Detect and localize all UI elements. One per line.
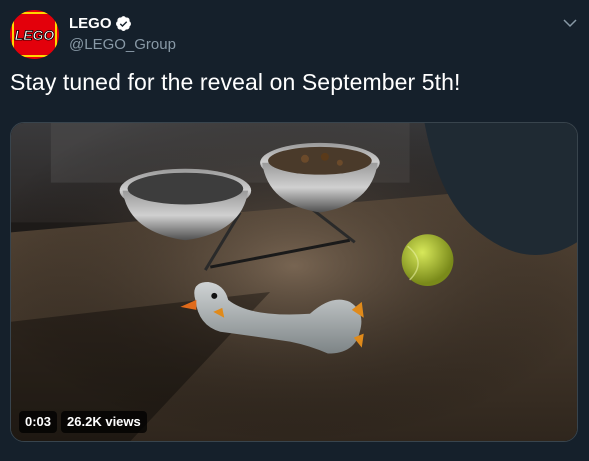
author-block: LEGO @LEGO_Group [69, 13, 176, 54]
lego-logo-text: LEGO [15, 27, 55, 43]
author-name[interactable]: LEGO [69, 15, 112, 32]
avatar[interactable]: LEGO [10, 10, 59, 59]
video-meta: 0:03 26.2K views [19, 411, 147, 433]
more-options-button[interactable] [561, 14, 579, 32]
lego-logo: LEGO [10, 10, 59, 59]
video-views: 26.2K views [61, 411, 147, 433]
chevron-down-icon [563, 18, 577, 27]
verified-badge-icon [115, 15, 132, 32]
video-frame [11, 123, 577, 441]
tweet-text: Stay tuned for the reveal on September 5… [10, 69, 461, 95]
video-time: 0:03 [19, 411, 58, 433]
author-handle[interactable]: @LEGO_Group [69, 36, 176, 53]
name-row: LEGO [69, 13, 176, 33]
tweet-card: LEGO LEGO @LEGO_Group Stay tuned for the… [0, 0, 589, 461]
video-player[interactable]: 0:03 26.2K views [10, 122, 578, 442]
